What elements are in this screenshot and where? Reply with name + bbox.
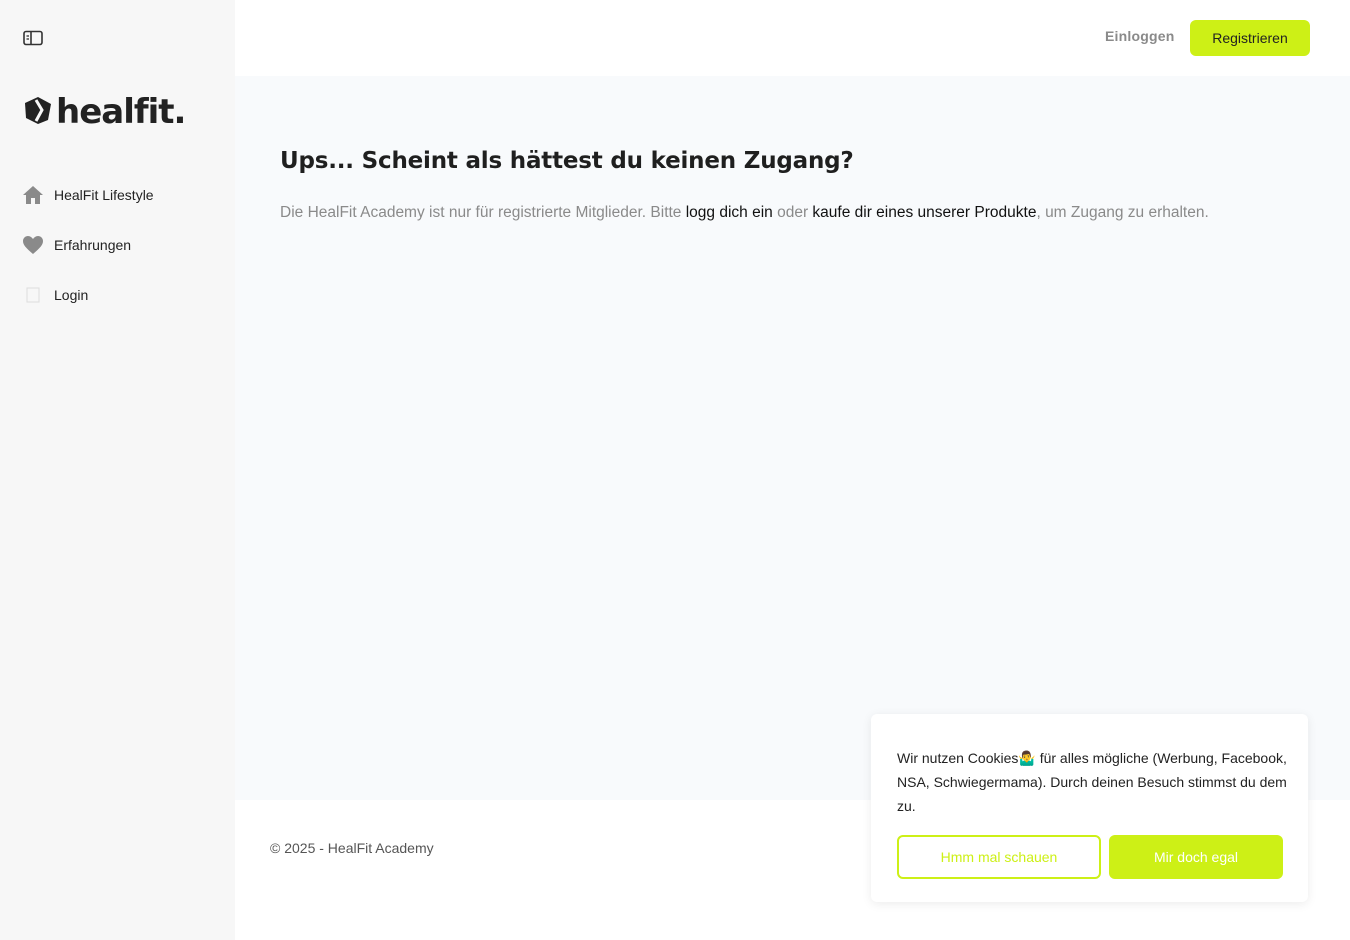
top-bar [235,0,1350,76]
login-icon [22,284,44,306]
login-inline-link[interactable]: logg dich ein [686,204,773,221]
sidebar-nav: HealFit Lifestyle Erfahrungen Login [22,170,154,320]
message-text: Die HealFit Academy ist nur für registri… [280,204,686,221]
home-icon [22,184,44,206]
sidebar-item-label: Erfahrungen [54,237,132,253]
sidebar-item-erfahrungen[interactable]: Erfahrungen [22,220,154,270]
copyright-text: © 2025 - HealFit Academy [270,840,434,856]
sidebar-item-healfit-lifestyle[interactable]: HealFit Lifestyle [22,170,154,220]
message-text: , um Zugang zu erhalten. [1036,204,1209,221]
page-title: Ups... Scheint als hättest du keinen Zug… [280,148,854,174]
sidebar-item-login[interactable]: Login [22,270,154,320]
logo-mark-icon [22,94,54,131]
sidebar: healfit. HealFit Lifestyle Erfahrungen L… [0,0,235,940]
cookie-banner: Wir nutzen Cookies🤷‍♂️ für alles möglich… [871,714,1308,902]
sidebar-item-label: Login [54,287,89,303]
cookie-accept-button[interactable]: Mir doch egal [1109,835,1283,879]
cookie-message: Wir nutzen Cookies🤷‍♂️ für alles möglich… [897,750,1287,814]
cookie-settings-button[interactable]: Hmm mal schauen [897,835,1101,879]
brand-logo[interactable]: healfit. [22,92,186,132]
register-button[interactable]: Registrieren [1190,20,1310,56]
products-inline-link[interactable]: kaufe dir eines unserer Produkte [812,204,1036,221]
sidebar-toggle-icon[interactable] [23,30,45,48]
sidebar-item-label: HealFit Lifestyle [54,187,154,203]
access-message: Die HealFit Academy ist nur für registri… [280,202,1280,224]
heart-icon [22,234,44,256]
message-text: oder [772,204,813,221]
logo-text: healfit. [56,92,186,132]
login-link[interactable]: Einloggen [1105,28,1174,48]
